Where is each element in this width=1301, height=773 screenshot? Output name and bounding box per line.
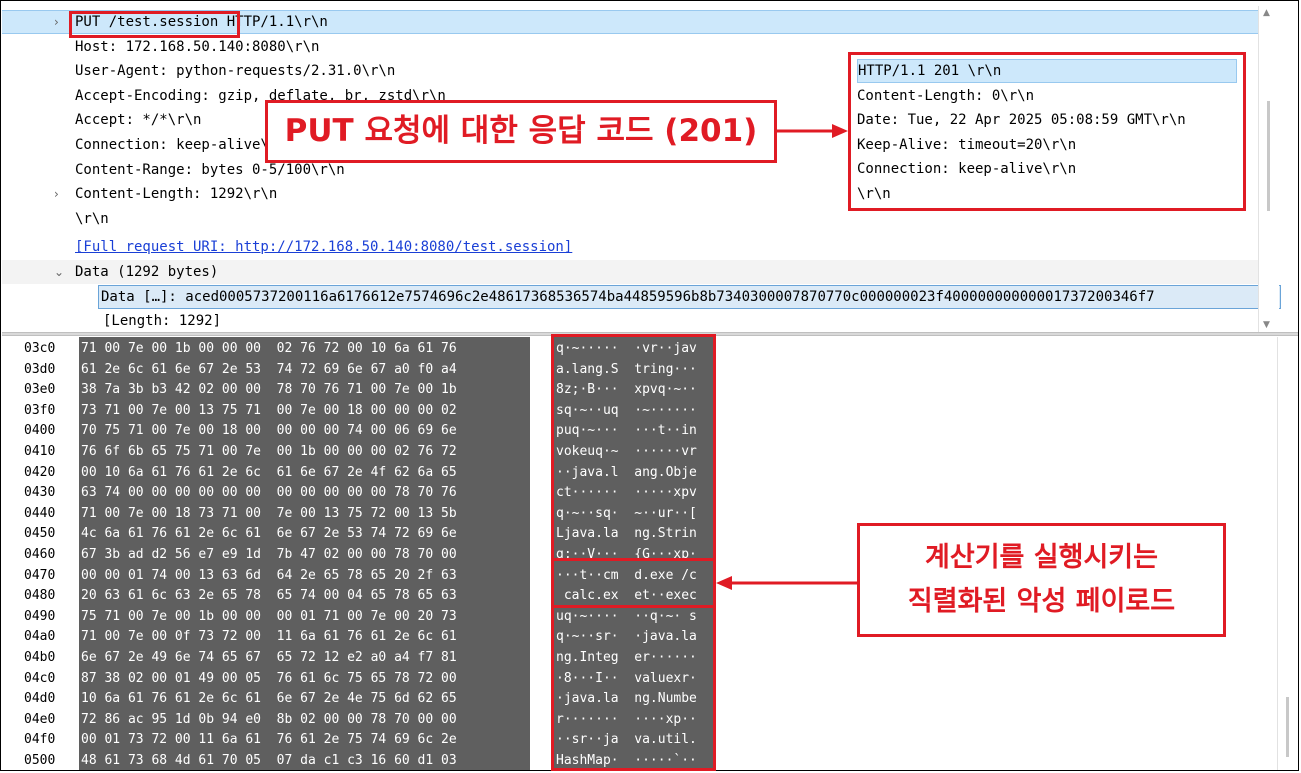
hex-bytes[interactable]: 38 7a 3b b3 42 02 00 00 78 70 76 71 00 7… [81,379,457,400]
hex-offset: 0440 [24,505,56,521]
hex-offset: 04a0 [24,629,56,645]
hex-bytes[interactable]: 71 00 7e 00 0f 73 72 00 11 6a 61 76 61 2… [81,626,457,647]
hex-bytes[interactable]: 71 00 7e 00 18 73 71 00 7e 00 13 75 72 0… [81,503,457,524]
hex-bytes[interactable]: 61 2e 6c 61 6e 67 2e 53 74 72 69 6e 67 a… [81,359,457,380]
header-row-text: Content-Length: 1292\r\n [75,186,278,203]
scrollbar-thumb[interactable] [1267,101,1270,211]
scrollbar-thumb[interactable] [1286,697,1289,757]
hex-bytes[interactable]: 48 61 73 68 4d 61 70 05 07 da c1 c3 16 6… [81,750,457,770]
hex-offset: 04b0 [24,650,56,665]
details-scrollbar[interactable]: ▲ ▼ [1258,6,1279,332]
hex-bytes[interactable]: 76 6f 6b 65 75 71 00 7e 00 1b 00 00 00 0… [81,441,457,462]
header-row-text: User-Agent: python-requests/2.31.0\r\n [75,63,396,80]
header-row-text: Accept: */*\r\n [75,112,202,129]
hex-offset: 03f0 [24,402,56,418]
hex-bytes[interactable]: 6e 67 2e 49 6e 74 65 67 65 72 12 e2 a0 a… [81,647,457,668]
hex-offset: 0480 [24,588,56,604]
data-length-row[interactable]: [Length: 1292] [2,309,1277,333]
response-header-row[interactable]: HTTP/1.1 201 \r\n [857,59,1237,83]
hex-bytes[interactable]: 00 00 01 74 00 13 63 6d 64 2e 65 78 65 2… [81,565,457,586]
hex-bytes[interactable]: 63 74 00 00 00 00 00 00 00 00 00 00 00 7… [81,482,457,503]
hex-offset: 0430 [24,485,56,501]
hex-offset: 0420 [24,464,56,480]
header-row-text: Connection: keep-alive\r\n [75,137,295,153]
hex-offset: 0410 [24,444,56,459]
hex-bytes[interactable]: 20 63 61 6c 63 2e 65 78 65 74 00 04 65 7… [81,585,457,606]
data-value-text: Data […]: aced0005737200116a6176612e7574… [98,285,1281,309]
callout-arrow-icon [716,576,859,590]
response-header-row[interactable]: Content-Length: 0\r\n [857,84,1237,108]
data-tree-label: Data (1292 bytes) [75,264,219,280]
header-row-text: Host: 172.168.50.140:8080\r\n [75,38,320,55]
scroll-down-icon[interactable]: ▼ [1263,320,1270,330]
full-request-uri-link[interactable]: [Full request URI: http://172.168.50.140… [2,235,1277,259]
hex-bytes[interactable]: 87 38 02 00 01 49 00 05 76 61 6c 75 65 7… [81,668,457,689]
hex-bytes[interactable]: 73 71 00 7e 00 13 75 71 00 7e 00 18 00 0… [81,400,457,421]
hex-offset: 0400 [24,423,56,439]
hex-bytes[interactable]: 72 86 ac 95 1d 0b 94 e0 8b 02 00 00 78 7… [81,709,457,730]
header-row-text: \r\n [75,210,109,227]
callout-arrow-icon [776,124,848,138]
hex-offset: 03d0 [24,361,56,377]
bytes-scrollbar[interactable] [1277,337,1298,770]
collapse-chevron-icon[interactable]: ⌄ [54,260,66,284]
header-row-text: [Full request URI: http://172.168.50.140… [75,239,573,256]
hex-offset: 0470 [24,567,56,583]
response-header-row[interactable]: Connection: keep-alive\r\n [857,157,1237,181]
hex-offset: 04f0 [24,732,56,748]
response-header-row[interactable]: \r\n [857,182,1237,206]
hex-offset: 0460 [24,547,56,562]
hex-offset: 03e0 [24,382,56,398]
hex-offset: 0450 [24,526,56,542]
expand-chevron-icon[interactable]: › [54,11,66,33]
hex-offset: 0500 [24,753,56,768]
calc-exe-highlight [551,558,716,608]
hex-offset: 04c0 [24,670,56,686]
hex-bytes[interactable]: 00 10 6a 61 76 61 2e 6c 61 6e 67 2e 4f 6… [81,462,457,483]
hex-bytes[interactable]: 00 01 73 72 00 11 6a 61 76 61 2e 75 74 6… [81,729,457,750]
data-length-text: [Length: 1292] [103,313,222,329]
response-headers-panel: HTTP/1.1 201 \r\n Content-Length: 0\r\n Da… [848,52,1246,211]
data-value-row[interactable]: Data […]: aced0005737200116a6176612e7574… [2,285,1281,309]
response-header-row[interactable]: Date: Tue, 22 Apr 2025 05:08:59 GMT\r\n [857,108,1237,132]
hex-bytes[interactable]: 70 75 71 00 7e 00 18 00 00 00 00 74 00 0… [81,420,457,441]
ascii-payload-highlight [551,334,716,771]
hex-offset: 0490 [24,608,56,624]
response-code-callout: PUT 요청에 대한 응답 코드 (201) [265,100,777,163]
scroll-up-icon[interactable]: ▲ [1263,8,1270,18]
hex-offset: 03c0 [24,341,56,356]
hex-offset: 04d0 [24,691,56,707]
hex-bytes[interactable]: 4c 6a 61 76 61 2e 6c 61 6e 67 2e 53 74 7… [81,523,457,544]
response-header-row[interactable]: Keep-Alive: timeout=20\r\n [857,133,1237,157]
data-tree-row[interactable]: ⌄ Data (1292 bytes) [2,260,1277,284]
hex-bytes[interactable]: 10 6a 61 76 61 2e 6c 61 6e 67 2e 4e 75 6… [81,688,457,709]
hex-bytes[interactable]: 71 00 7e 00 1b 00 00 00 02 76 72 00 10 6… [81,338,457,359]
hex-bytes[interactable]: 67 3b ad d2 56 e7 e9 1d 7b 47 02 00 00 7… [81,544,457,565]
payload-callout-line2: 직렬화된 악성 페이로드 [907,586,1176,617]
hex-bytes[interactable]: 75 71 00 7e 00 1b 00 00 00 01 71 00 7e 0… [81,606,457,627]
payload-callout-line1: 계산기를 실행시키는 [925,542,1158,573]
put-request-highlight [69,11,240,38]
hex-offset: 04e0 [24,711,56,727]
expand-chevron-icon[interactable]: › [54,182,66,206]
payload-callout: 계산기를 실행시키는 직렬화된 악성 페이로드 [857,523,1226,637]
